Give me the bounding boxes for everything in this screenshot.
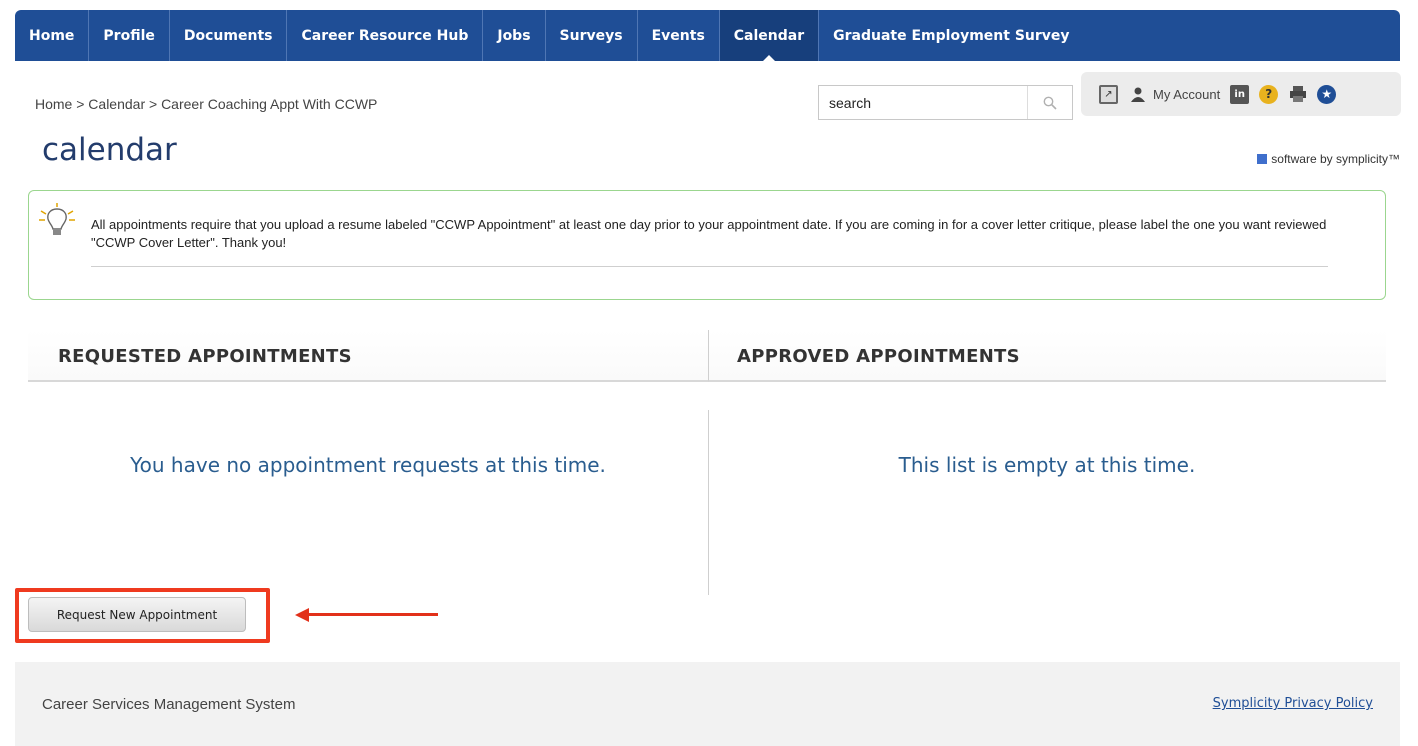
my-account-link[interactable]: My Account <box>1153 87 1220 102</box>
nav-item-events[interactable]: Events <box>638 10 720 61</box>
notice-box: All appointments require that you upload… <box>28 190 1386 300</box>
notice-text: All appointments require that you upload… <box>91 217 1327 250</box>
search-box <box>818 85 1073 120</box>
symplicity-branding[interactable]: software by symplicity™ <box>1257 152 1400 166</box>
print-icon[interactable] <box>1288 85 1307 104</box>
notice-divider <box>91 266 1328 267</box>
requested-appointments-heading: REQUESTED APPOINTMENTS <box>28 330 708 382</box>
nav-item-jobs[interactable]: Jobs <box>483 10 546 61</box>
shortcut-icon[interactable]: ↗ <box>1099 84 1118 104</box>
nav-item-calendar[interactable]: Calendar <box>719 10 820 61</box>
nav-item-home[interactable]: Home <box>15 10 90 61</box>
nav-item-career-resource-hub[interactable]: Career Resource Hub <box>287 10 484 61</box>
nav-item-profile[interactable]: Profile <box>89 10 170 61</box>
linkedin-icon[interactable]: in <box>1230 84 1250 104</box>
annotation-arrow-icon <box>295 608 438 622</box>
page: Home Profile Documents Career Resource H… <box>15 10 1401 746</box>
column-divider <box>708 410 709 595</box>
nav-item-graduate-employment-survey[interactable]: Graduate Employment Survey <box>819 10 1083 61</box>
privacy-policy-link[interactable]: Symplicity Privacy Policy <box>1213 696 1373 711</box>
search-button[interactable] <box>1027 86 1071 119</box>
approved-appointments-heading: APPROVED APPOINTMENTS <box>708 330 1386 382</box>
footer-system-name: Career Services Management System <box>42 696 296 713</box>
account-bar: ↗ My Account in ? ★ <box>1081 72 1401 116</box>
utility-bar: Home > Calendar > Career Coaching Appt W… <box>15 70 1401 120</box>
symplicity-label: software by symplicity™ <box>1271 152 1400 166</box>
top-nav: Home Profile Documents Career Resource H… <box>15 10 1400 61</box>
search-icon <box>1043 96 1057 110</box>
request-new-appointment-button[interactable]: Request New Appointment <box>28 597 246 632</box>
nav-item-surveys[interactable]: Surveys <box>546 10 638 61</box>
symplicity-logo-icon <box>1257 154 1268 164</box>
help-icon[interactable]: ? <box>1259 84 1279 104</box>
footer: Career Services Management System Sympli… <box>15 662 1400 746</box>
approved-empty-message: This list is empty at this time. <box>898 453 1196 477</box>
requested-empty-message: You have no appointment requests at this… <box>130 453 606 477</box>
accessibility-icon[interactable]: ★ <box>1317 84 1337 104</box>
page-title: calendar <box>42 132 177 168</box>
breadcrumb: Home > Calendar > Career Coaching Appt W… <box>35 96 378 112</box>
user-icon <box>1128 85 1147 104</box>
nav-item-documents[interactable]: Documents <box>170 10 288 61</box>
search-input[interactable] <box>819 87 1027 118</box>
lightbulb-icon <box>39 203 75 235</box>
